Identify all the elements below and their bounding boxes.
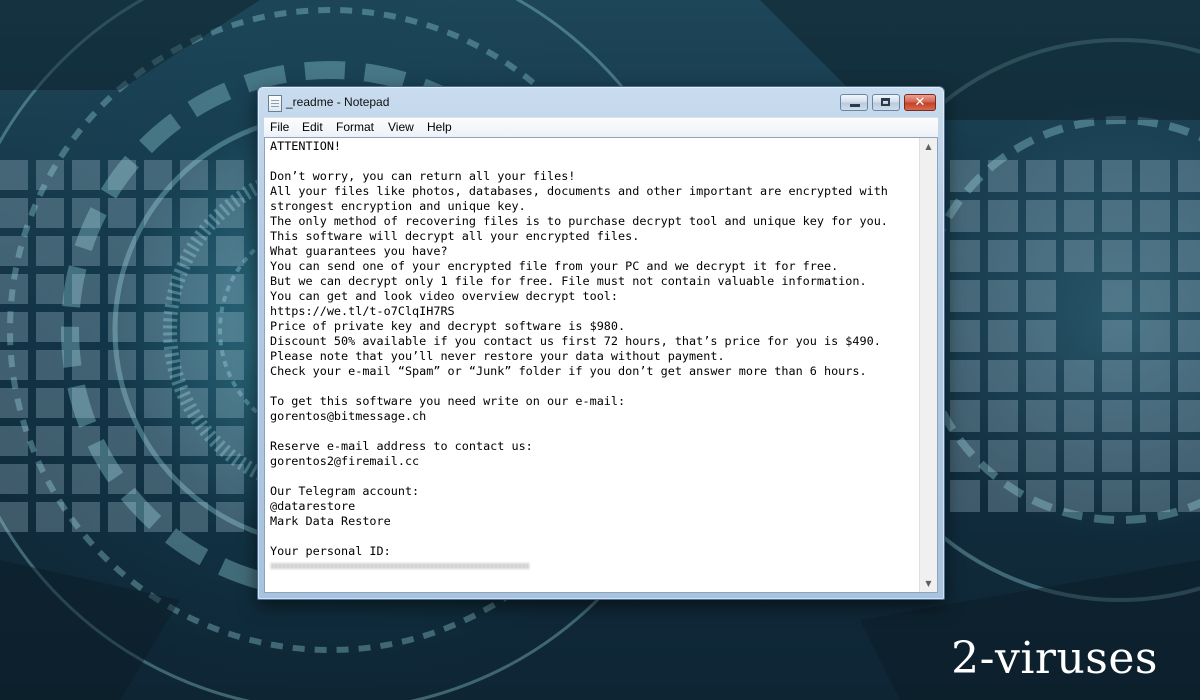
document-line: ATTENTION!	[270, 139, 342, 153]
document-line: What guarantees you have?	[270, 244, 448, 258]
document-line: gorentos2@firemail.cc	[270, 454, 420, 468]
document-line: Don’t worry, you can return all your fil…	[270, 169, 576, 183]
title-bar[interactable]: _readme - Notepad ✕	[258, 87, 944, 117]
document-line: Reserve e-mail address to contact us:	[270, 439, 533, 453]
menu-edit[interactable]: Edit	[302, 120, 323, 134]
notepad-icon[interactable]	[268, 95, 282, 112]
scroll-up-arrow-icon[interactable]: ▲	[920, 138, 937, 155]
document-line: You can get and look video overview decr…	[270, 289, 619, 303]
minimize-icon	[850, 104, 860, 107]
menu-format[interactable]: Format	[336, 120, 374, 134]
watermark-logo: 2-viruses	[951, 633, 1158, 684]
document-line: Mark Data Restore	[270, 514, 391, 528]
redacted-personal-id	[271, 563, 529, 569]
text-editor[interactable]: ATTENTION! Don’t worry, you can return a…	[264, 137, 938, 593]
document-line: To get this software you need write on o…	[270, 394, 626, 408]
document-line: Discount 50% available if you contact us…	[270, 334, 881, 348]
document-line: Please note that you’ll never restore yo…	[270, 349, 725, 363]
document-line: All your files like photos, databases, d…	[270, 184, 888, 198]
document-line: Your personal ID:	[270, 544, 391, 558]
close-button[interactable]: ✕	[904, 94, 936, 111]
document-line: Price of private key and decrypt softwar…	[270, 319, 626, 333]
document-line: @datarestore	[270, 499, 356, 513]
vertical-scrollbar[interactable]: ▲ ▼	[919, 138, 937, 592]
document-line: The only method of recovering files is t…	[270, 214, 888, 228]
window-title: _readme - Notepad	[286, 95, 390, 109]
document-line: strongest encryption and unique key.	[270, 199, 526, 213]
document-line: Check your e-mail “Spam” or “Junk” folde…	[270, 364, 867, 378]
document-line: https://we.tl/t-o7ClqIH7RS	[270, 304, 455, 318]
maximize-icon	[881, 98, 890, 106]
document-line: This software will decrypt all your encr…	[270, 229, 640, 243]
scroll-down-arrow-icon[interactable]: ▼	[920, 575, 937, 592]
menu-file[interactable]: File	[270, 120, 289, 134]
document-line: gorentos@bitmessage.ch	[270, 409, 427, 423]
menu-help[interactable]: Help	[427, 120, 452, 134]
menu-view[interactable]: View	[388, 120, 414, 134]
minimize-button[interactable]	[840, 94, 868, 111]
menu-bar: File Edit Format View Help	[264, 117, 938, 137]
document-line: But we can decrypt only 1 file for free.…	[270, 274, 867, 288]
document-line: You can send one of your encrypted file …	[270, 259, 839, 273]
close-icon: ✕	[914, 95, 926, 110]
maximize-button[interactable]	[872, 94, 900, 111]
document-text[interactable]: ATTENTION! Don’t worry, you can return a…	[270, 139, 910, 559]
notepad-window[interactable]: _readme - Notepad ✕ File Edit Format Vie…	[257, 86, 945, 600]
document-line: Our Telegram account:	[270, 484, 420, 498]
